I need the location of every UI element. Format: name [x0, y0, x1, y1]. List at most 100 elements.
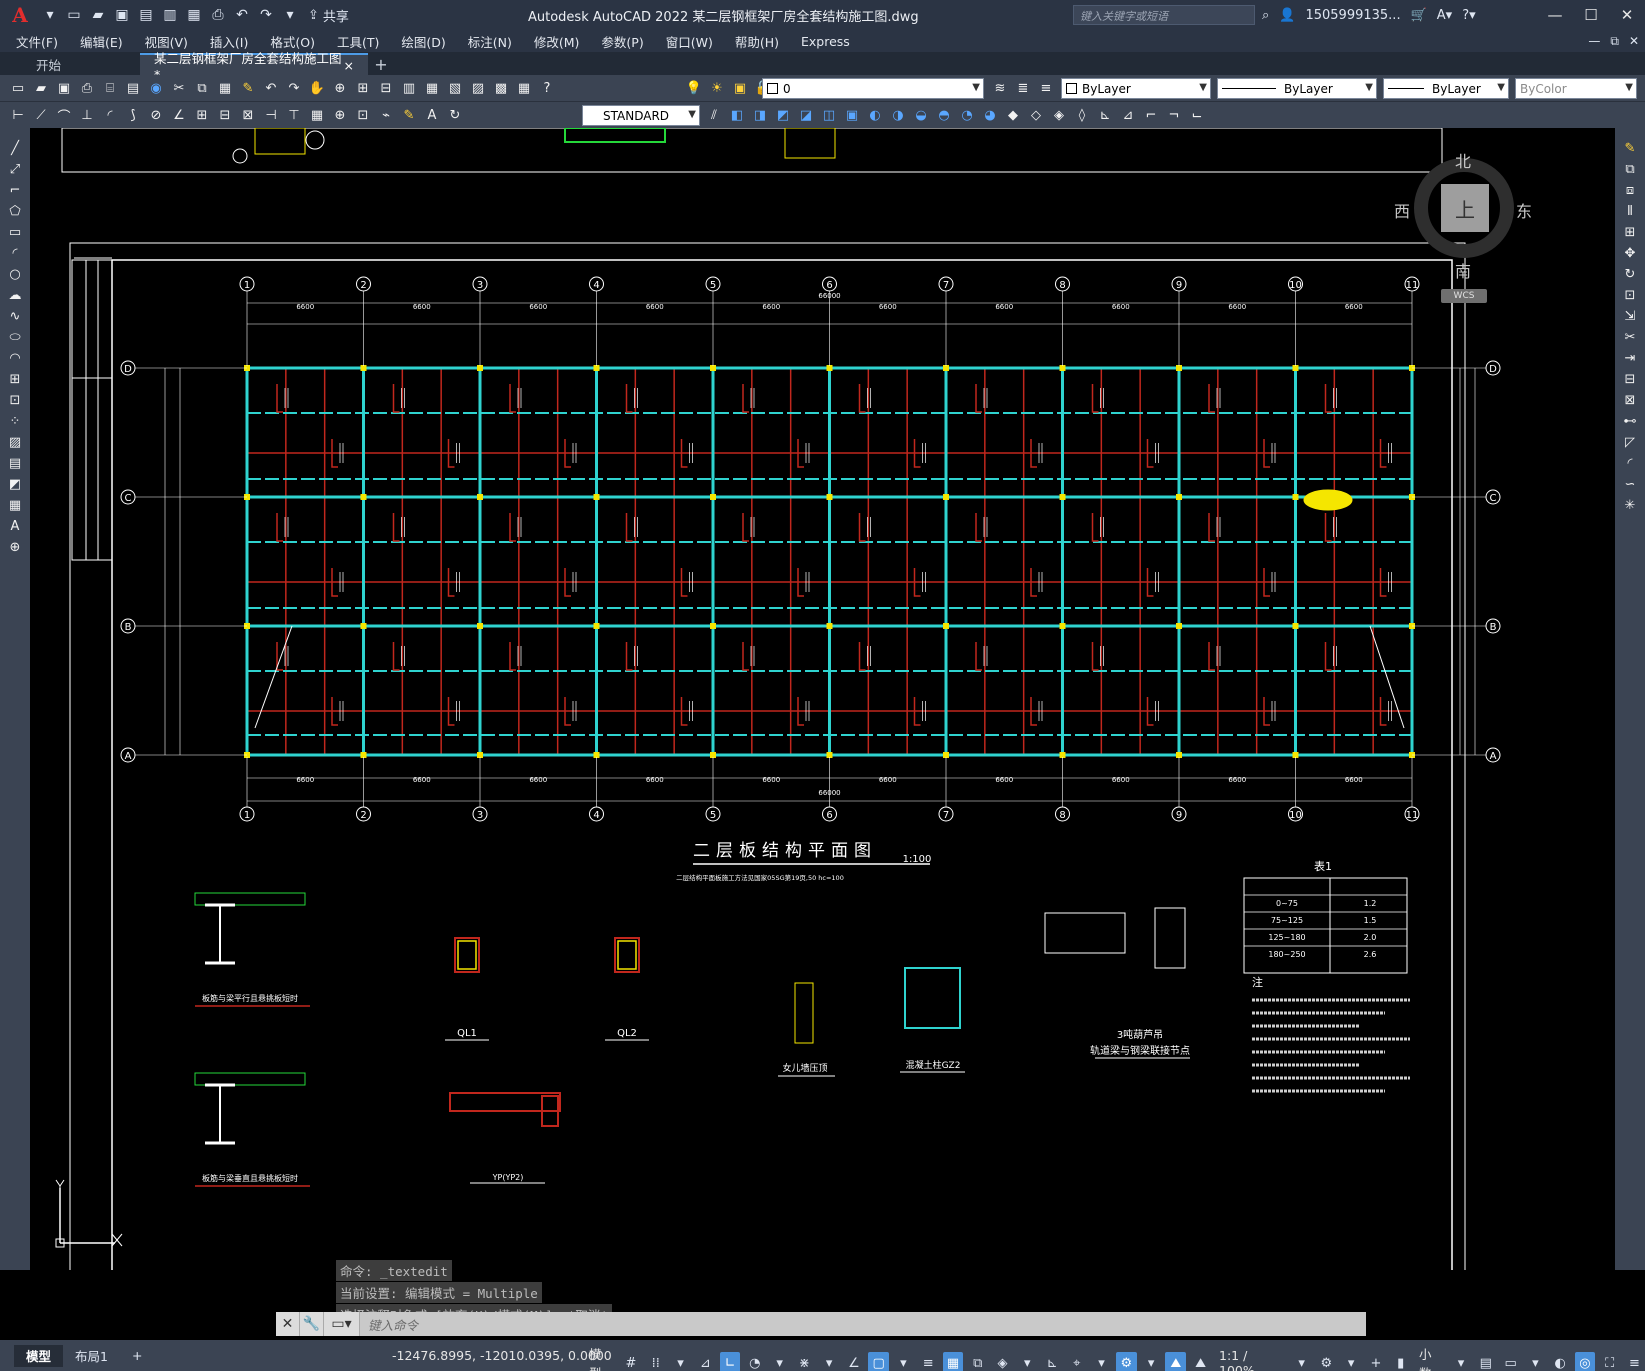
properties-icon[interactable]: ▥: [399, 78, 419, 98]
point-icon[interactable]: ⁘: [5, 411, 25, 431]
dim-edit-icon[interactable]: ✎: [399, 105, 419, 125]
dim-baseline-icon[interactable]: ⊟: [215, 105, 235, 125]
3d-union-icon[interactable]: ◩: [773, 105, 793, 125]
chevron-down-icon[interactable]: ▾: [670, 1352, 691, 1371]
selection-cycling-icon[interactable]: ⧉: [967, 1352, 988, 1371]
autocad-logo-icon[interactable]: A: [0, 0, 40, 30]
dim-arc-icon[interactable]: ⌒: [54, 105, 74, 125]
rotate-icon[interactable]: ↻: [1620, 264, 1640, 284]
qnew-icon[interactable]: ▭: [8, 78, 28, 98]
zoom-realtime-icon[interactable]: ⊕: [330, 78, 350, 98]
autodesk-app-icon[interactable]: A▾: [1437, 8, 1452, 23]
blend-icon[interactable]: ∽: [1620, 474, 1640, 494]
units-value[interactable]: 小数: [1415, 1344, 1447, 1371]
transparency-icon[interactable]: ▦: [942, 1352, 964, 1371]
hatch-icon[interactable]: ▨: [5, 432, 25, 452]
isodraft-icon[interactable]: ⋇: [794, 1352, 815, 1371]
break-icon[interactable]: ⊠: [1620, 390, 1640, 410]
scale-icon[interactable]: ⊡: [1620, 285, 1640, 305]
dim-text-edit-icon[interactable]: A: [422, 105, 442, 125]
menu-item[interactable]: 参数(P): [601, 32, 643, 51]
rectangle-icon[interactable]: ▭: [5, 222, 25, 242]
add-selected-icon[interactable]: ⊕: [5, 537, 25, 557]
snap-icon[interactable]: ⁞⁞: [645, 1352, 666, 1371]
3d-subtract-icon[interactable]: ◪: [796, 105, 816, 125]
web-open-icon[interactable]: ▥: [160, 5, 180, 25]
lineweight-dropdown[interactable]: ByLayer ▼: [1383, 78, 1509, 99]
viewcube-south[interactable]: 南: [1455, 258, 1471, 282]
isolate-objects-icon[interactable]: ◐: [1550, 1352, 1571, 1371]
tab-drawing[interactable]: 某二层钢框架厂房全套结构施工图* ×: [140, 51, 368, 82]
doc-close-icon[interactable]: ✕: [1629, 34, 1639, 48]
add-layout-button[interactable]: +: [120, 1345, 154, 1367]
infer-constraints-icon[interactable]: ⊿: [695, 1352, 716, 1371]
visual-style-conceptual-icon[interactable]: ◊: [1072, 105, 1092, 125]
mtext-icon[interactable]: A: [5, 516, 25, 536]
arc-icon[interactable]: ◜: [5, 243, 25, 263]
3d-box-icon[interactable]: ◧: [727, 105, 747, 125]
new-icon[interactable]: ▭: [64, 5, 84, 25]
ortho-icon[interactable]: ∟: [719, 1352, 741, 1371]
minimize-icon[interactable]: —: [1537, 0, 1573, 30]
annotation-scale-icon[interactable]: ⛰: [1190, 1352, 1211, 1371]
save-as-icon[interactable]: ▤: [136, 5, 156, 25]
table-icon[interactable]: ▦: [5, 495, 25, 515]
3d-intersect-icon[interactable]: ◫: [819, 105, 839, 125]
visual-style-real-icon[interactable]: ◈: [1049, 105, 1069, 125]
zoom-window-icon[interactable]: ⊞: [353, 78, 373, 98]
plotstyle-dropdown[interactable]: ByColor ▼: [1515, 78, 1637, 99]
close-icon[interactable]: ✕: [276, 1312, 300, 1336]
linetype-dropdown[interactable]: ByLayer ▼: [1217, 78, 1377, 99]
join-icon[interactable]: ⊷: [1620, 411, 1640, 431]
spline-icon[interactable]: ∿: [5, 306, 25, 326]
save-icon[interactable]: ▣: [112, 5, 132, 25]
menu-item[interactable]: Express: [801, 34, 850, 49]
polygon-icon[interactable]: ⬠: [5, 201, 25, 221]
chevron-down-icon[interactable]: ▾: [893, 1352, 914, 1371]
menu-item[interactable]: 标注(N): [468, 32, 512, 51]
jogged-linear-icon[interactable]: ⌁: [376, 105, 396, 125]
offset-icon[interactable]: ⫴: [1620, 201, 1640, 221]
dynamic-ucs-icon[interactable]: ⊾: [1042, 1352, 1063, 1371]
3d-sweep-icon[interactable]: ◑: [888, 105, 908, 125]
explode-icon[interactable]: ✳: [1620, 495, 1640, 515]
move-icon[interactable]: ✥: [1620, 243, 1640, 263]
3d-section-icon[interactable]: ◔: [957, 105, 977, 125]
gizmo-icon[interactable]: ⌖: [1066, 1352, 1087, 1371]
recent-commands-icon[interactable]: ▭▾: [324, 1312, 360, 1336]
copy-icon[interactable]: ⧉: [192, 78, 212, 98]
match-properties-icon[interactable]: ✎: [238, 78, 258, 98]
open-icon[interactable]: ▰: [31, 78, 51, 98]
viewcube-top-face[interactable]: 上: [1441, 184, 1489, 232]
markup-icon[interactable]: ▩: [491, 78, 511, 98]
layer-dropdown[interactable]: 0 ▼: [762, 78, 984, 99]
ucs-object-icon[interactable]: ⌙: [1187, 105, 1207, 125]
cut-icon[interactable]: ✂: [169, 78, 189, 98]
new-tab-button[interactable]: +: [368, 53, 394, 75]
calculator-icon[interactable]: ▦: [514, 78, 534, 98]
chevron-down-icon[interactable]: ▾: [1017, 1352, 1038, 1371]
dim-jogged-icon[interactable]: ⟆: [123, 105, 143, 125]
dimstyle-dropdown[interactable]: STANDARD ▼: [582, 105, 700, 126]
quick-dim-icon[interactable]: ⊞: [192, 105, 212, 125]
chevron-down-icon[interactable]: ▾: [819, 1352, 840, 1371]
ucs-face-icon[interactable]: ¬: [1164, 105, 1184, 125]
layer-manager-icon[interactable]: ≋: [990, 78, 1010, 98]
ucs-previous-icon[interactable]: ⌐: [1141, 105, 1161, 125]
chevron-down-icon[interactable]: ▾: [1341, 1352, 1362, 1371]
hardware-acceleration-icon[interactable]: ◎: [1574, 1352, 1596, 1371]
undo-icon[interactable]: ↶: [232, 5, 252, 25]
publish-icon[interactable]: ▤: [123, 78, 143, 98]
paste-icon[interactable]: ▦: [215, 78, 235, 98]
3d-wedge-icon[interactable]: ◨: [750, 105, 770, 125]
viewcube-west[interactable]: 西: [1394, 198, 1410, 222]
polyline-icon[interactable]: ⌐: [5, 180, 25, 200]
layer-freeze-icon[interactable]: ☀: [707, 78, 727, 98]
maximize-icon[interactable]: ☐: [1573, 0, 1609, 30]
annotation-scale-value[interactable]: 1:1 / 100%: [1215, 1348, 1287, 1371]
layer-previous-icon[interactable]: ≡: [1036, 78, 1056, 98]
pan-icon[interactable]: ✋: [307, 78, 327, 98]
plot-icon[interactable]: ⎙: [208, 5, 228, 25]
dim-diameter-icon[interactable]: ⊘: [146, 105, 166, 125]
insert-block-icon[interactable]: ⊞: [5, 369, 25, 389]
